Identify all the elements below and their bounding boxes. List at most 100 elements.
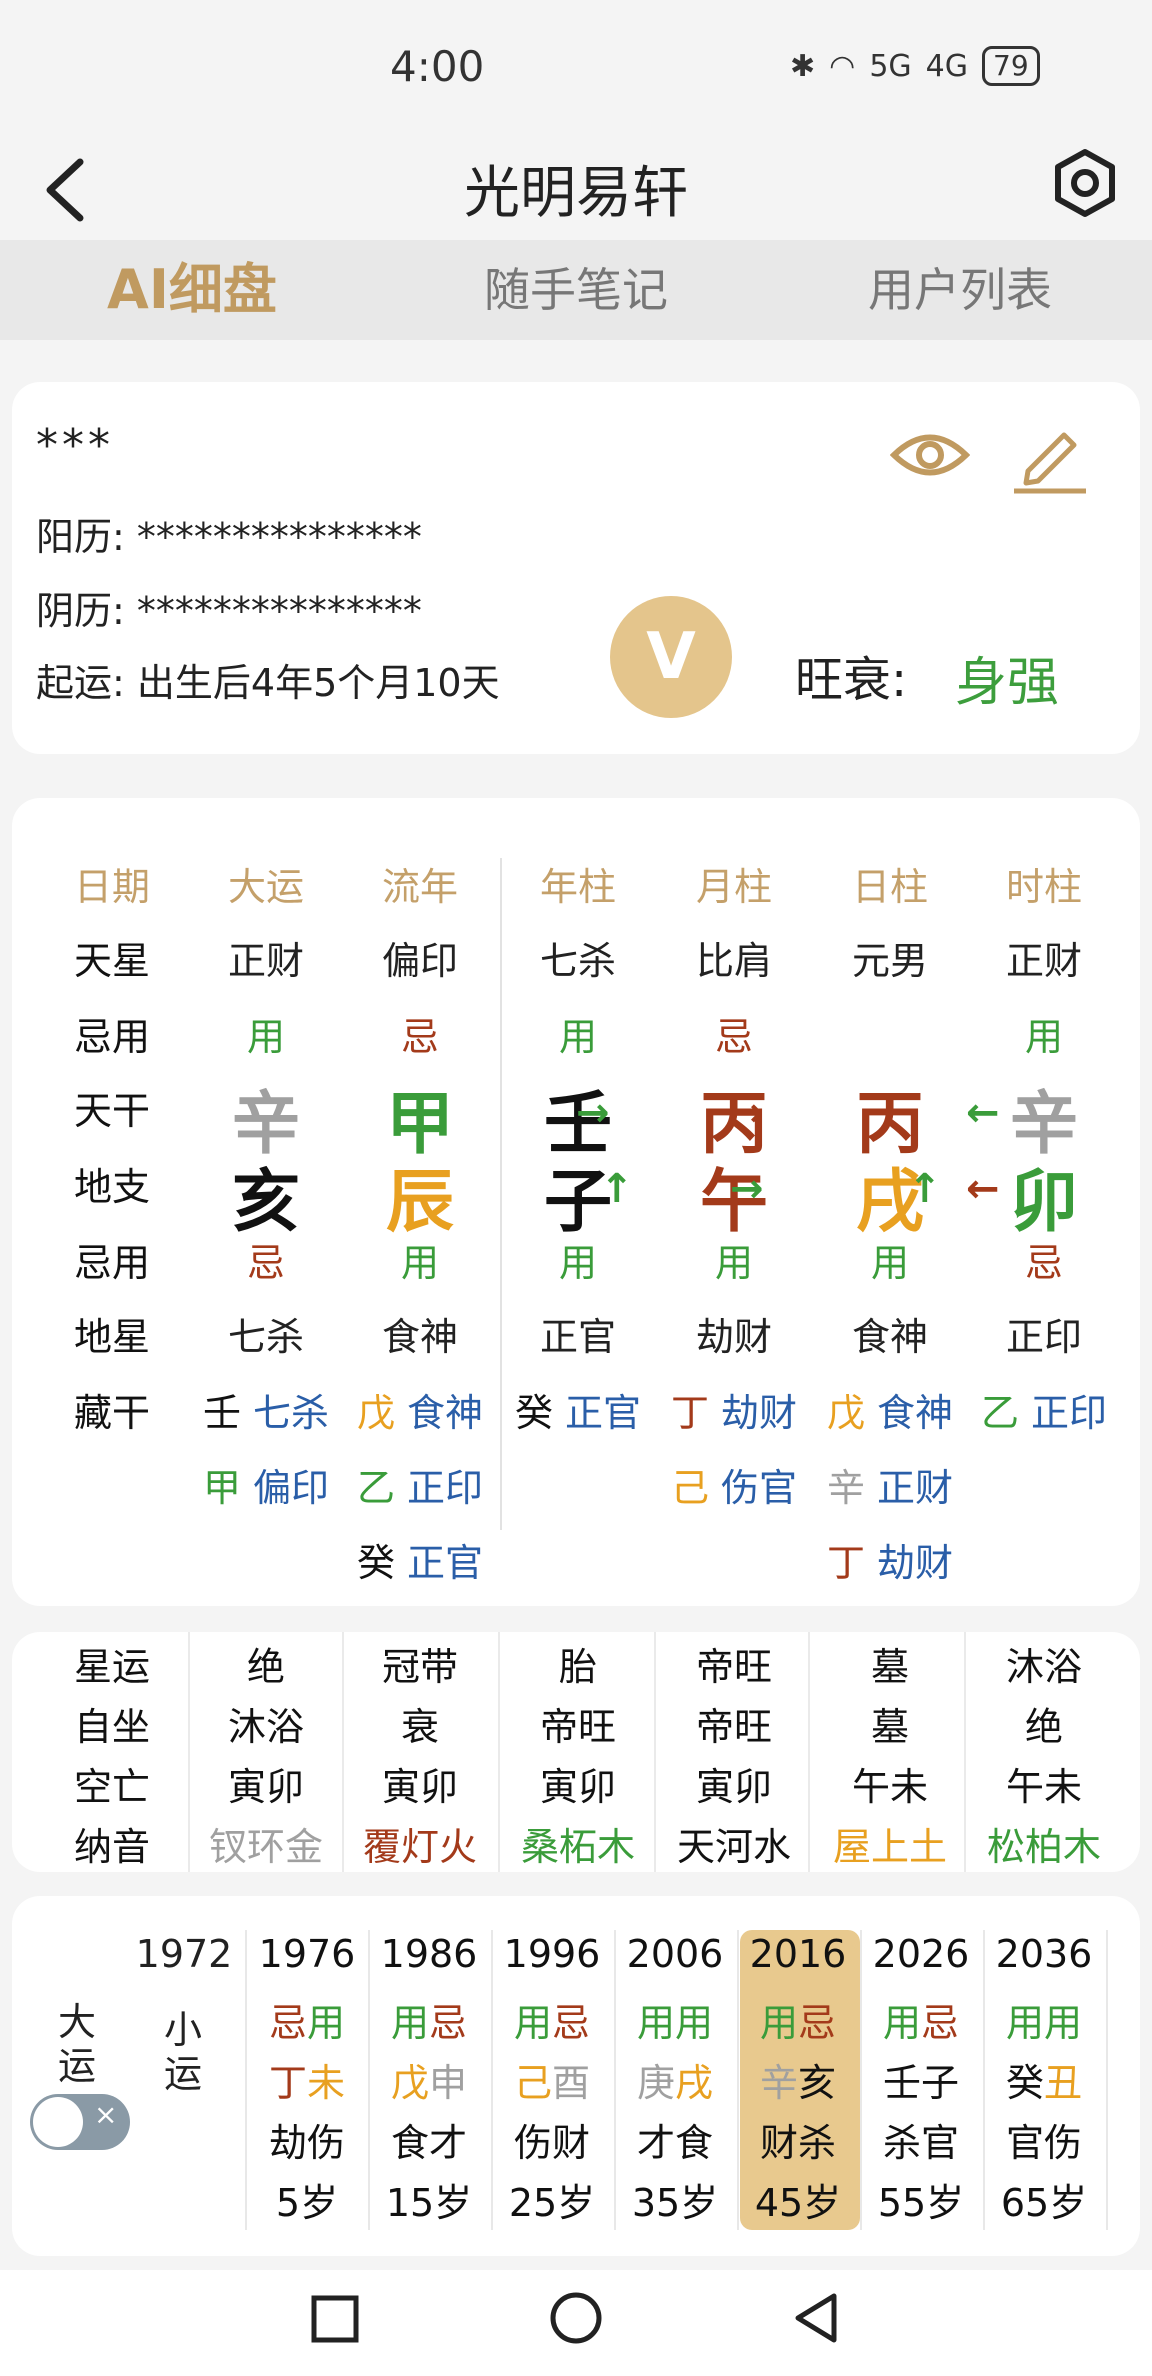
- dayun-jiyong: 用忌: [493, 1992, 611, 2047]
- arrow-icon: →: [730, 1090, 764, 1136]
- tab-ai-detail[interactable]: AI细盘: [0, 240, 384, 340]
- dayun-first-year: 1972: [135, 1932, 233, 1976]
- pillar-header: 流年: [381, 865, 458, 909]
- ganzhi-stem: 庚: [636, 2061, 675, 2105]
- dayun-divider: [245, 1930, 247, 2230]
- canggan-shishen: 偏印: [253, 1466, 330, 1510]
- canggan-stem: 丁: [670, 1391, 709, 1435]
- dayun-age: 15岁: [385, 2181, 473, 2225]
- pillar-cell: 正印: [1005, 1315, 1082, 1359]
- canggan-item: 乙 正印: [954, 1382, 1134, 1437]
- pillar-cell: 用: [558, 1241, 597, 1285]
- dayun-divider: [614, 1930, 616, 2230]
- pillar-cell: 比肩: [695, 939, 772, 983]
- extra-cell: 墓: [870, 1705, 909, 1749]
- qiyun-info: 起运: 出生后4年5个月10天: [36, 661, 500, 705]
- dayun-year: 2006: [626, 1932, 724, 1976]
- solar-date: 阳历: ***************: [36, 515, 422, 559]
- jiyong-stem: 用: [1005, 2001, 1044, 2045]
- ganzhi-branch: 酉: [552, 2061, 591, 2105]
- vip-badge-icon[interactable]: V: [610, 596, 732, 718]
- canggan-item: 癸 正官: [488, 1382, 668, 1437]
- eye-icon[interactable]: [890, 420, 970, 490]
- canggan-stem: 乙: [980, 1391, 1019, 1435]
- nav-back-icon[interactable]: [790, 2290, 842, 2346]
- dayun-jiyong: 用用: [985, 1992, 1103, 2047]
- jiyong-branch: 用: [307, 2001, 346, 2045]
- tab-bar: AI细盘 随手笔记 用户列表: [0, 240, 1152, 340]
- pillar-cell: 劫财: [695, 1315, 772, 1359]
- pillar-cell: 忌: [1024, 1241, 1063, 1285]
- dayun-shishen: 杀官: [882, 2121, 959, 2165]
- extra-cell: 寅卯: [539, 1765, 616, 1809]
- recent-apps-icon[interactable]: [310, 2294, 360, 2344]
- extra-row-label: 空亡: [73, 1765, 150, 1809]
- extra-row-label: 自坐: [73, 1705, 150, 1749]
- settings-hexagon-icon[interactable]: [1050, 148, 1120, 218]
- jiyong-branch: 用: [675, 2001, 714, 2045]
- jiyong-branch: 忌: [798, 2001, 837, 2045]
- dayun-age: 5岁: [275, 2181, 339, 2225]
- pillar-cell: 用: [714, 1241, 753, 1285]
- extra-cell: 绝: [246, 1645, 285, 1689]
- dayun-shishen: 才食: [636, 2121, 713, 2165]
- pillar-cell: 用: [400, 1241, 439, 1285]
- canggan-item: 戊 食神: [800, 1382, 980, 1437]
- pillar-cell: 忌: [714, 1015, 753, 1059]
- ganzhi-branch: 申: [429, 2061, 468, 2105]
- extra-cell: 沐浴: [227, 1705, 304, 1749]
- row-label: 天星: [73, 939, 150, 983]
- home-icon[interactable]: [548, 2290, 604, 2346]
- extra-cell: 墓: [870, 1645, 909, 1689]
- pillar-cell: 辰: [385, 1163, 454, 1242]
- pillar-cell: 用: [246, 1015, 285, 1059]
- pillar-header: 时柱: [1005, 865, 1082, 909]
- canggan-stem: 壬: [202, 1391, 241, 1435]
- pillar-cell: 正官: [539, 1315, 616, 1359]
- signal-4g-icon: 4G: [925, 48, 969, 84]
- canggan-shishen: 正财: [877, 1466, 954, 1510]
- dayun-divider: [737, 1930, 739, 2230]
- dayun-ganzhi: 丁未: [248, 2052, 366, 2107]
- ganzhi-stem: 戊: [390, 2061, 429, 2105]
- profile-name: ***: [36, 420, 114, 471]
- extra-cell: 天河水: [676, 1825, 791, 1869]
- extra-cell: 屋上土: [832, 1825, 947, 1869]
- pillar-cell: 偏印: [381, 939, 458, 983]
- canggan-shishen: 伤官: [721, 1466, 798, 1510]
- extra-row-label: 星运: [73, 1645, 150, 1689]
- column-divider: [654, 1632, 656, 1872]
- canggan-item: 己 伤官: [644, 1457, 824, 1512]
- canggan-shishen: 食神: [407, 1391, 484, 1435]
- row-label: 地星: [73, 1315, 150, 1359]
- extra-cell: 桑柘木: [520, 1825, 635, 1869]
- dayun-jiyong: 用用: [616, 1992, 734, 2047]
- ganzhi-branch: 亥: [798, 2061, 837, 2105]
- pillar-cell: 用: [558, 1015, 597, 1059]
- pillar-header: 月柱: [695, 865, 772, 909]
- canggan-stem: 己: [670, 1466, 709, 1510]
- extra-cell: 沐浴: [1005, 1645, 1082, 1689]
- status-time: 4:00: [390, 42, 485, 91]
- jiyong-stem: 用: [636, 2001, 675, 2045]
- pillar-cell: 忌: [246, 1241, 285, 1285]
- pillar-cell: 正财: [1005, 939, 1082, 983]
- dayun-shishen: 食才: [390, 2121, 467, 2165]
- canggan-item: 丁 劫财: [800, 1532, 980, 1587]
- extra-cell: 帝旺: [695, 1645, 772, 1689]
- dayun-shishen: 伤财: [513, 2121, 590, 2165]
- dayun-divider: [983, 1930, 985, 2230]
- dayun-ganzhi: 壬子: [862, 2052, 980, 2107]
- dayun-divider: [860, 1930, 862, 2230]
- canggan-item: 乙 正印: [330, 1457, 510, 1512]
- bluetooth-icon: ✱: [790, 48, 816, 84]
- page-title: 光明易轩: [464, 161, 688, 226]
- canggan-stem: 癸: [514, 1391, 553, 1435]
- tab-notes[interactable]: 随手笔记: [384, 240, 768, 340]
- canggan-stem: 癸: [356, 1541, 395, 1585]
- tab-user-list[interactable]: 用户列表: [768, 240, 1152, 340]
- arrow-icon: ←: [966, 1166, 1000, 1212]
- extra-cell: 寅卯: [695, 1765, 772, 1809]
- extra-cell: 冠带: [381, 1645, 458, 1689]
- edit-icon[interactable]: [1010, 415, 1090, 495]
